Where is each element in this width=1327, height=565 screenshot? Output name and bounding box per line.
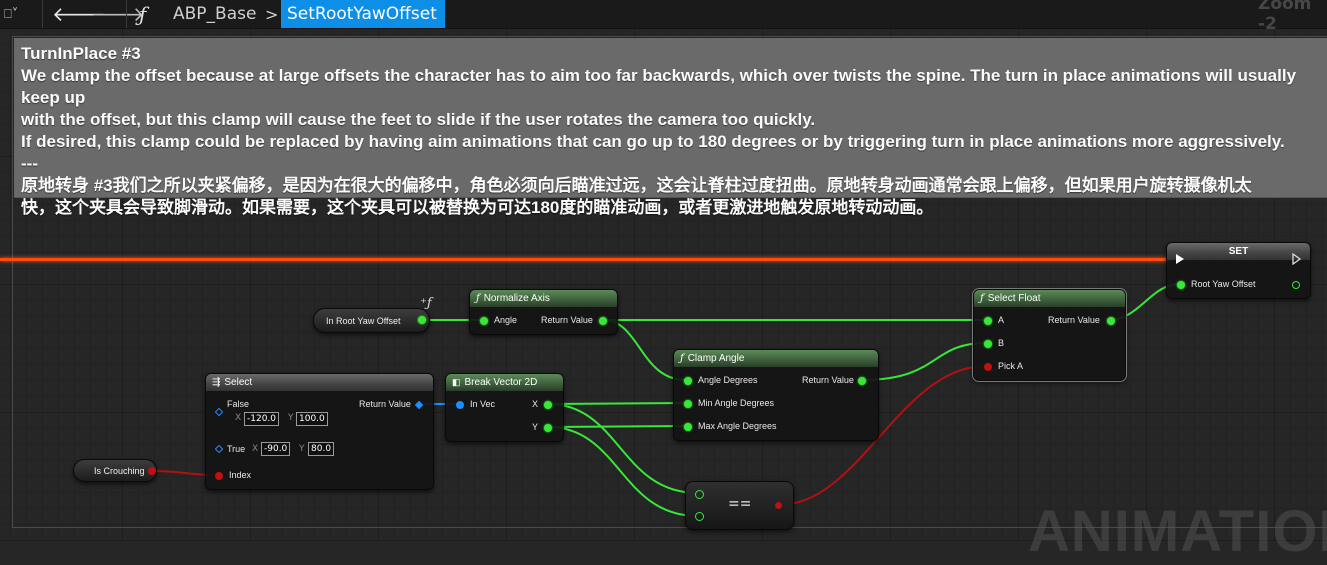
function-icon: ƒ [139,2,147,26]
normalize-axis-title: Normalize Axis [483,293,550,304]
normalize-return-label: Return Value [541,315,593,325]
select-false-x-label: X [235,413,242,423]
toolbar-divider [42,0,43,28]
select-index-label: Index [229,470,252,480]
normalize-angle-pin[interactable] [480,317,488,325]
break-x-label: X [532,399,539,409]
clamp-return-label: Return Value [802,375,854,385]
clamp-min-pin[interactable] [684,400,692,408]
function-local-icon: ⁺ƒ [420,296,432,311]
select-true-pin[interactable] [214,444,224,454]
select-float-b-label: B [998,338,1005,348]
set-node[interactable]: SET Root Yaw Offset [1166,242,1311,299]
clamp-angle-title: Clamp Angle [687,353,745,364]
exec-out-pin[interactable] [1292,253,1302,265]
clamp-angle-header: ƒ Clamp Angle [674,350,878,367]
in-root-yaw-offset-label: In Root Yaw Offset [326,315,401,326]
break-vector-title: Break Vector 2D [464,377,538,388]
select-float-pick-pin[interactable] [984,363,992,371]
breadcrumb-blueprint[interactable]: ABP_Base [173,0,256,28]
animation-watermark: ANIMATION [1028,499,1327,564]
break-invec-label: In Vec [470,399,496,409]
function-icon: ƒ [476,293,480,304]
select-float-a-pin[interactable] [984,317,992,325]
select-false-y-field[interactable]: 100.0 [296,412,328,426]
toolbar-divider [126,0,127,28]
break-x-pin[interactable] [544,401,552,409]
function-icon: ƒ [680,353,684,364]
breadcrumb-separator: > [265,4,279,24]
equal-operator: == [728,496,752,512]
equal-b-pin[interactable] [695,512,704,521]
clamp-angle-node[interactable]: ƒ Clamp Angle Angle Degrees Return Value … [673,349,879,441]
clamp-min-label: Min Angle Degrees [698,398,775,408]
clamp-return-pin[interactable] [858,377,866,385]
set-root-yaw-out-pin[interactable] [1292,281,1300,289]
select-false-y-label: Y [288,413,294,423]
select-icon: ⇶ [212,377,221,388]
in-root-yaw-offset-getter[interactable]: In Root Yaw Offset [313,308,430,333]
exec-in-pin[interactable] [1176,254,1184,264]
select-true-y-label: Y [299,444,305,454]
break-invec-pin[interactable] [456,401,464,409]
graph-toolbar: ⎕˅ 🡐 🡒 ƒ ABP_Base > SetRootYawOffset Zoo… [0,0,1327,34]
clamp-angle-degrees-label: Angle Degrees [698,375,758,385]
zoom-level: Zoom -2 [1258,0,1312,34]
break-struct-icon: ◧ [452,377,461,387]
break-vector-header: ◧ Break Vector 2D [446,374,563,391]
select-return-pin[interactable] [414,400,424,410]
select-true-x-label: X [252,444,259,454]
normalize-angle-label: Angle [494,315,518,325]
select-false-pin[interactable] [214,407,224,417]
normalize-return-pin[interactable] [599,317,607,325]
clamp-max-label: Max Angle Degrees [698,421,777,431]
select-float-header: ƒ Select Float [974,290,1125,307]
is-crouching-pin[interactable] [148,467,156,475]
equal-a-pin[interactable] [695,490,704,499]
clamp-max-pin[interactable] [684,423,692,431]
select-title: Select [224,377,253,388]
select-float-title: Select Float [987,293,1041,304]
breadcrumb-function[interactable]: SetRootYawOffset [281,0,445,28]
select-float-b-pin[interactable] [984,340,992,348]
select-float-return-pin[interactable] [1107,317,1115,325]
select-float-a-label: A [998,315,1005,325]
normalize-axis-node[interactable]: ƒ Normalize Axis Angle Return Value [469,289,618,335]
function-icon: ƒ [980,293,984,304]
break-y-pin[interactable] [544,424,552,432]
select-float-return-label: Return Value [1048,315,1100,325]
set-root-yaw-in-pin[interactable] [1177,281,1185,289]
bookmark-icon[interactable]: ⎕˅ [4,0,40,28]
forward-arrow-icon[interactable]: 🡒 [91,0,145,28]
select-true-x-field[interactable]: -90.0 [261,442,291,456]
select-header: ⇶ Select [206,374,433,391]
set-node-title: SET [1167,243,1310,260]
clamp-angle-degrees-pin[interactable] [684,377,692,385]
select-index-pin[interactable] [215,472,223,480]
break-y-label: Y [532,422,539,432]
in-root-yaw-offset-pin[interactable] [418,316,426,324]
exec-wire[interactable] [0,258,1172,261]
is-crouching-getter[interactable]: Is Crouching [73,459,157,482]
break-vector-2d-node[interactable]: ◧ Break Vector 2D In Vec X Y [445,373,564,442]
select-false-label: False [227,399,250,409]
comment-text: TurnInPlace #3 We clamp the offset becau… [21,44,1297,217]
is-crouching-label: Is Crouching [94,465,145,476]
normalize-axis-header: ƒ Normalize Axis [470,290,617,307]
select-true-label: True [227,444,246,454]
equal-node[interactable]: == [685,481,794,530]
select-node[interactable]: ⇶ Select False X -120.0 Y 100.0 Return Va… [205,373,434,490]
equal-out-pin[interactable] [775,502,782,509]
select-float-node[interactable]: ƒ Select Float A Return Value B Pick A [972,288,1127,382]
select-return-label: Return Value [359,399,411,409]
select-float-pick-label: Pick A [998,361,1024,371]
select-true-y-field[interactable]: 80.0 [308,442,335,456]
comment-header[interactable]: TurnInPlace #3 We clamp the offset becau… [14,38,1327,217]
set-root-yaw-label: Root Yaw Offset [1191,279,1256,289]
select-false-x-field[interactable]: -120.0 [244,412,280,426]
